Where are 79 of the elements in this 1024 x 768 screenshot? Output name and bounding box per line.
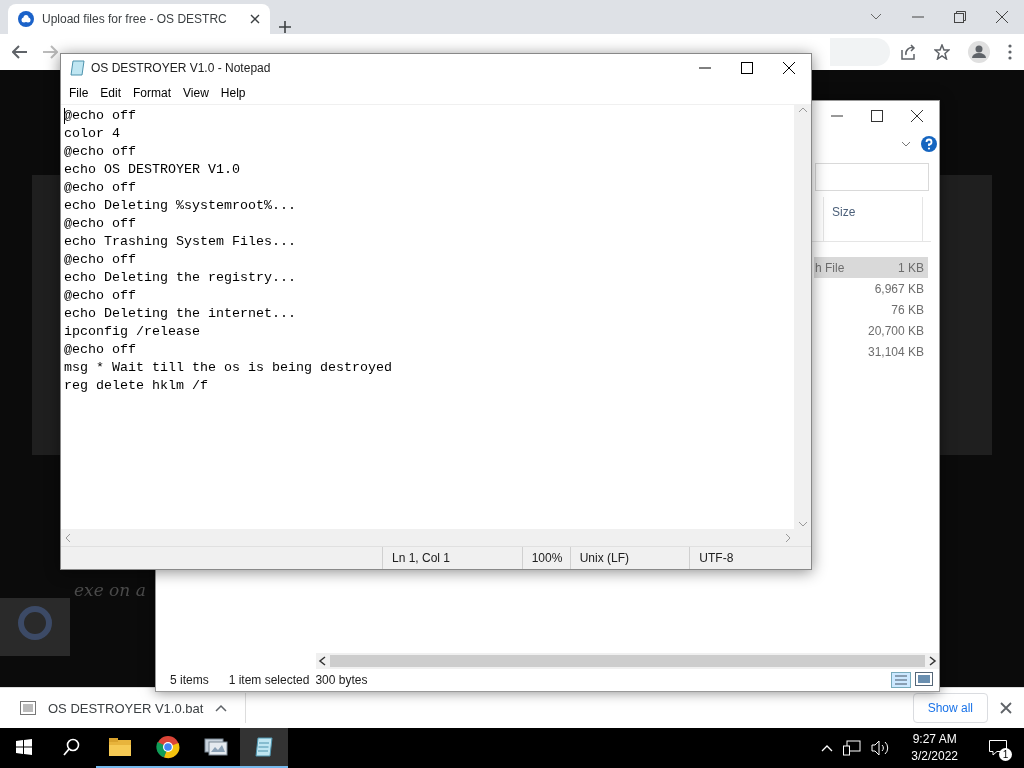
notepad-icon: [69, 60, 85, 76]
text-line: ipconfig /release: [64, 323, 200, 341]
caret-icon[interactable]: [215, 704, 228, 712]
folder-icon[interactable]: [108, 737, 132, 757]
browser-tab[interactable]: Upload files for free - OS DESTRC: [8, 4, 270, 34]
text-line: reg delete hklm /f: [64, 377, 208, 395]
dropdown-icon[interactable]: [870, 13, 882, 21]
close-icon[interactable]: [783, 62, 795, 74]
notification-count: 1: [999, 748, 1012, 761]
page-text: exe on a: [74, 580, 146, 600]
download-file-name[interactable]: OS DESTROYER V1.0.bat: [48, 700, 204, 716]
preview-view-icon[interactable]: [915, 672, 933, 686]
back-icon[interactable]: [12, 45, 28, 59]
text-line: echo Deleting the internet...: [64, 305, 296, 323]
text-line: @echo off: [64, 179, 136, 197]
new-tab-icon[interactable]: [278, 20, 292, 34]
text-line: color 4: [64, 125, 120, 143]
scroll-right-icon[interactable]: [929, 656, 937, 666]
window-title: OS DESTROYER V1.0 - Notepad: [91, 61, 271, 75]
text-line: @echo off: [64, 143, 136, 161]
status-field: Unix (LF): [569, 547, 690, 569]
file-row[interactable]: 20,700 KB: [814, 320, 928, 341]
chevron-down-icon[interactable]: [901, 141, 911, 147]
text-line: @echo off: [64, 287, 136, 305]
item-count: 5 items: [170, 673, 209, 687]
menu-item[interactable]: File: [63, 86, 95, 100]
menu-item[interactable]: Format: [127, 86, 178, 100]
chevron-up-icon[interactable]: [821, 744, 834, 752]
maximize-icon[interactable]: [741, 62, 753, 74]
search-icon[interactable]: [63, 738, 81, 756]
star-icon[interactable]: [934, 44, 950, 60]
text-line: echo OS DESTROYER V1.0: [64, 161, 240, 179]
text-line: @echo off: [64, 107, 136, 125]
text-line: echo Deleting %systemroot%...: [64, 197, 296, 215]
clock-time[interactable]: 9:27 AM: [912, 731, 957, 748]
text-line: @echo off: [64, 251, 136, 269]
start-icon[interactable]: [16, 739, 32, 755]
maximize-icon[interactable]: [871, 110, 883, 122]
text-line: echo Deleting the registry...: [64, 269, 296, 287]
share-icon[interactable]: [900, 44, 916, 60]
file-row[interactable]: 76 KB: [814, 299, 928, 320]
menu-item[interactable]: Help: [214, 86, 252, 100]
chrome-icon[interactable]: [156, 735, 180, 759]
cloud-logo-icon: [18, 11, 34, 27]
menu-item[interactable]: Edit: [94, 86, 128, 100]
file-row[interactable]: 6,967 KB: [814, 278, 928, 299]
horizontal-scrollbar[interactable]: [316, 653, 939, 669]
notepad-icon[interactable]: [252, 735, 276, 759]
captcha-icon: [0, 598, 70, 656]
selection-size: 300 bytes: [315, 673, 368, 687]
network-icon[interactable]: [843, 740, 862, 756]
more-icon[interactable]: [1008, 44, 1012, 60]
clock-date[interactable]: 3/2/2022: [911, 748, 958, 765]
text-line: msg * Wait till the os is being destroyed: [64, 359, 392, 377]
scroll-left-icon[interactable]: [318, 656, 326, 666]
notification-icon[interactable]: [989, 740, 1007, 756]
file-icon: [20, 701, 36, 715]
file-row[interactable]: h File 1 KB: [814, 257, 928, 278]
monitor-icon[interactable]: [203, 736, 229, 758]
show-all-button[interactable]: Show all: [912, 693, 988, 723]
text-line: @echo off: [64, 341, 136, 359]
close-icon[interactable]: [1000, 702, 1012, 714]
status-field: UTF-8: [689, 547, 811, 569]
help-icon[interactable]: [921, 136, 937, 152]
search-field[interactable]: [815, 163, 929, 191]
close-icon[interactable]: [911, 110, 923, 122]
column-header[interactable]: Size: [823, 197, 923, 241]
selection-status: 1 item selected: [228, 673, 310, 687]
text-line: @echo off: [64, 215, 136, 233]
text-line: echo Trashing System Files...: [64, 233, 296, 251]
profile-icon[interactable]: [968, 41, 990, 63]
restore-icon[interactable]: [954, 11, 966, 23]
file-row[interactable]: 31,104 KB: [814, 341, 928, 362]
menu-item[interactable]: View: [177, 86, 215, 100]
status-field: 100%: [521, 547, 570, 569]
close-icon[interactable]: [996, 11, 1008, 23]
close-icon[interactable]: [250, 14, 260, 24]
status-field: Ln 1, Col 1: [382, 547, 522, 569]
taskbar-app[interactable]: [240, 728, 288, 768]
